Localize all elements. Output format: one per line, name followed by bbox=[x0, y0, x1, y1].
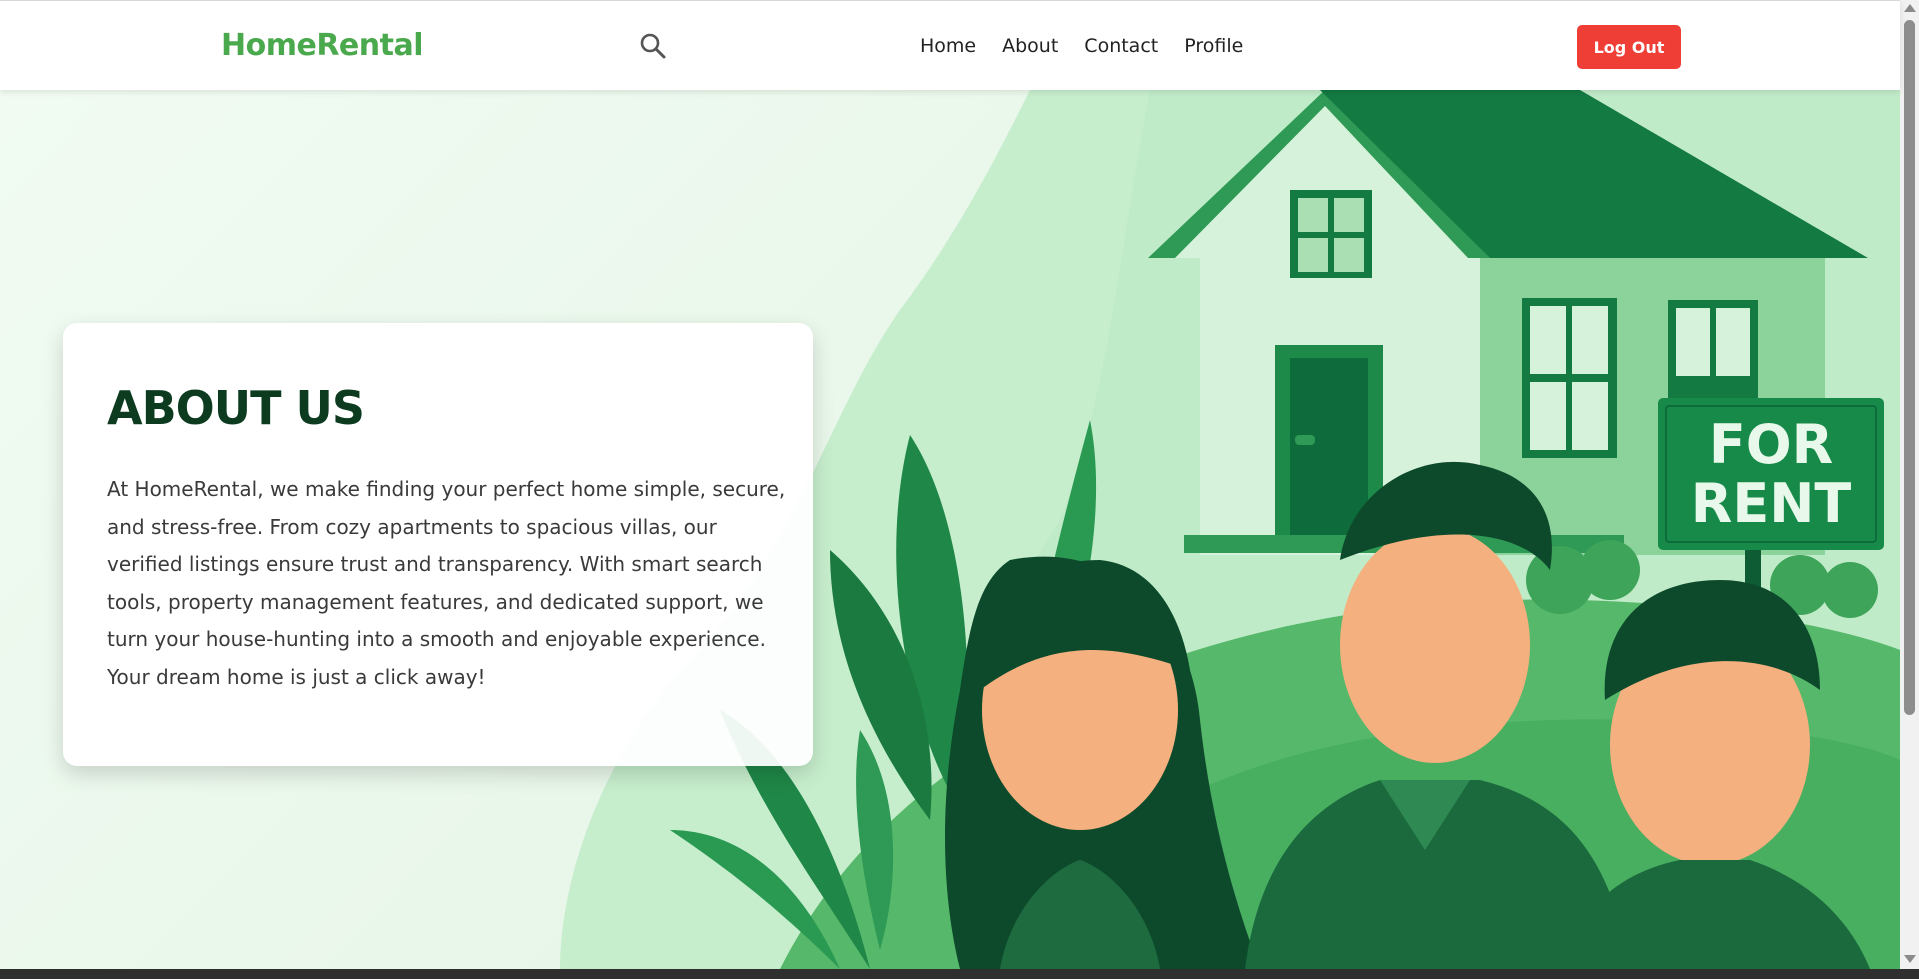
nav-link-profile[interactable]: Profile bbox=[1184, 35, 1243, 57]
nav-link-contact[interactable]: Contact bbox=[1084, 35, 1158, 57]
footer-strip bbox=[0, 969, 1919, 979]
scroll-up-arrow-icon[interactable] bbox=[1904, 4, 1916, 12]
nav-link-home[interactable]: Home bbox=[920, 35, 976, 57]
brand-logo[interactable]: HomeRental bbox=[221, 28, 424, 63]
about-hero: FOR RENT ABOUT US At HomeRental, we make… bbox=[0, 90, 1900, 969]
sign-line-2: RENT bbox=[1691, 472, 1852, 535]
about-title: ABOUT US bbox=[107, 381, 365, 435]
search-icon[interactable] bbox=[638, 31, 668, 61]
logout-button[interactable]: Log Out bbox=[1577, 25, 1681, 69]
scroll-thumb[interactable] bbox=[1904, 20, 1915, 715]
vertical-scrollbar[interactable] bbox=[1900, 0, 1919, 969]
about-description: At HomeRental, we make finding your perf… bbox=[107, 477, 786, 689]
about-card: ABOUT US At HomeRental, we make finding … bbox=[63, 323, 813, 766]
top-navbar: HomeRental Home About Contact Profile Lo… bbox=[0, 0, 1900, 90]
sign-line-1: FOR bbox=[1709, 413, 1833, 476]
nav-links: Home About Contact Profile bbox=[920, 35, 1269, 57]
nav-link-about[interactable]: About bbox=[1002, 35, 1058, 57]
scroll-down-arrow-icon[interactable] bbox=[1904, 955, 1916, 963]
